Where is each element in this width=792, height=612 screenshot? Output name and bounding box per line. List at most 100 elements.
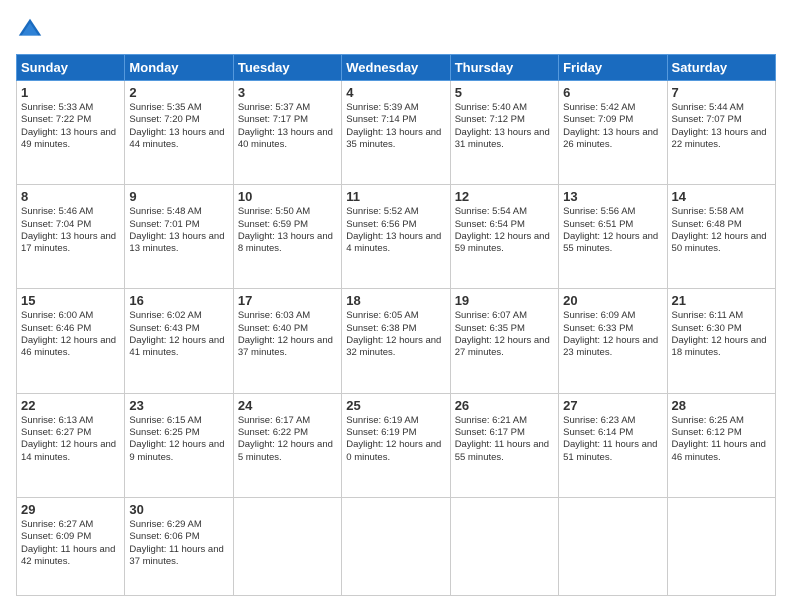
day-info: Sunrise: 6:03 AM [238,310,337,322]
day-info: Sunrise: 6:29 AM [129,519,228,531]
calendar-cell: 17Sunrise: 6:03 AMSunset: 6:40 PMDayligh… [233,289,341,393]
day-info: Sunset: 6:12 PM [672,427,771,439]
calendar-cell: 2Sunrise: 5:35 AMSunset: 7:20 PMDaylight… [125,81,233,185]
calendar-cell: 11Sunrise: 5:52 AMSunset: 6:56 PMDayligh… [342,185,450,289]
day-info: Sunrise: 6:09 AM [563,310,662,322]
calendar-cell: 1Sunrise: 5:33 AMSunset: 7:22 PMDaylight… [17,81,125,185]
day-info: Sunrise: 6:00 AM [21,310,120,322]
day-info: Sunset: 7:17 PM [238,114,337,126]
day-info: Sunrise: 6:23 AM [563,415,662,427]
day-info: Sunrise: 6:15 AM [129,415,228,427]
day-info: Sunrise: 5:39 AM [346,102,445,114]
day-info: Daylight: 12 hours and 27 minutes. [455,335,554,360]
day-info: Sunset: 7:01 PM [129,219,228,231]
day-number: 23 [129,398,228,413]
logo [16,16,48,44]
calendar-cell: 22Sunrise: 6:13 AMSunset: 6:27 PMDayligh… [17,393,125,497]
calendar-cell [233,497,341,595]
day-info: Sunset: 7:20 PM [129,114,228,126]
calendar-week-1: 1Sunrise: 5:33 AMSunset: 7:22 PMDaylight… [17,81,776,185]
day-number: 1 [21,85,120,100]
calendar-header: SundayMondayTuesdayWednesdayThursdayFrid… [17,55,776,81]
day-number: 21 [672,293,771,308]
day-info: Daylight: 13 hours and 44 minutes. [129,127,228,152]
day-info: Sunset: 6:25 PM [129,427,228,439]
day-number: 16 [129,293,228,308]
day-info: Daylight: 12 hours and 37 minutes. [238,335,337,360]
day-number: 22 [21,398,120,413]
calendar-cell: 21Sunrise: 6:11 AMSunset: 6:30 PMDayligh… [667,289,775,393]
calendar-cell: 4 Sunrise: 5:39 AMSunset: 7:14 PMDaylight… [342,81,450,185]
day-info: Daylight: 11 hours and 51 minutes. [563,439,662,464]
day-info: Daylight: 11 hours and 46 minutes. [672,439,771,464]
day-number: 11 [346,189,445,204]
day-info: Daylight: 11 hours and 37 minutes. [129,544,228,569]
calendar-cell: 3Sunrise: 5:37 AMSunset: 7:17 PMDaylight… [233,81,341,185]
day-number: 7 [672,85,771,100]
day-info: Sunset: 6:48 PM [672,219,771,231]
calendar-cell [559,497,667,595]
calendar-cell: 15Sunrise: 6:00 AMSunset: 6:46 PMDayligh… [17,289,125,393]
day-info: Sunset: 6:38 PM [346,323,445,335]
day-info: Sunrise: 6:19 AM [346,415,445,427]
day-info: Sunset: 7:07 PM [672,114,771,126]
day-info: Sunset: 6:59 PM [238,219,337,231]
day-number: 27 [563,398,662,413]
day-number: 19 [455,293,554,308]
day-info: Sunrise: 6:25 AM [672,415,771,427]
calendar-cell: 14Sunrise: 5:58 AMSunset: 6:48 PMDayligh… [667,185,775,289]
day-header-saturday: Saturday [667,55,775,81]
day-number: 26 [455,398,554,413]
day-info: Daylight: 13 hours and 13 minutes. [129,231,228,256]
day-number: 4 [346,85,445,100]
calendar-cell [342,497,450,595]
day-info: Daylight: 13 hours and 17 minutes. [21,231,120,256]
calendar-cell: 12Sunrise: 5:54 AMSunset: 6:54 PMDayligh… [450,185,558,289]
day-info: Daylight: 13 hours and 8 minutes. [238,231,337,256]
day-header-thursday: Thursday [450,55,558,81]
day-info: Daylight: 12 hours and 0 minutes. [346,439,445,464]
day-info: Sunrise: 5:52 AM [346,206,445,218]
calendar-cell: 28Sunrise: 6:25 AMSunset: 6:12 PMDayligh… [667,393,775,497]
day-number: 17 [238,293,337,308]
day-info: Daylight: 12 hours and 9 minutes. [129,439,228,464]
day-info: Sunset: 6:51 PM [563,219,662,231]
calendar-cell: 20Sunrise: 6:09 AMSunset: 6:33 PMDayligh… [559,289,667,393]
calendar-week-4: 22Sunrise: 6:13 AMSunset: 6:27 PMDayligh… [17,393,776,497]
calendar-cell: 29Sunrise: 6:27 AMSunset: 6:09 PMDayligh… [17,497,125,595]
day-number: 13 [563,189,662,204]
day-info: Sunrise: 5:48 AM [129,206,228,218]
day-info: Sunset: 6:17 PM [455,427,554,439]
calendar-cell: 24Sunrise: 6:17 AMSunset: 6:22 PMDayligh… [233,393,341,497]
day-info: Sunrise: 6:21 AM [455,415,554,427]
day-header-wednesday: Wednesday [342,55,450,81]
day-info: Sunrise: 6:02 AM [129,310,228,322]
day-info: Daylight: 12 hours and 41 minutes. [129,335,228,360]
calendar-cell: 7Sunrise: 5:44 AMSunset: 7:07 PMDaylight… [667,81,775,185]
calendar-cell: 25Sunrise: 6:19 AMSunset: 6:19 PMDayligh… [342,393,450,497]
day-info: Daylight: 12 hours and 59 minutes. [455,231,554,256]
day-info: Sunrise: 5:40 AM [455,102,554,114]
calendar-table: SundayMondayTuesdayWednesdayThursdayFrid… [16,54,776,596]
calendar-cell [450,497,558,595]
day-number: 8 [21,189,120,204]
calendar-cell: 18Sunrise: 6:05 AMSunset: 6:38 PMDayligh… [342,289,450,393]
calendar-cell: 30Sunrise: 6:29 AMSunset: 6:06 PMDayligh… [125,497,233,595]
day-info: Sunset: 7:14 PM [346,114,445,126]
calendar-cell: 19Sunrise: 6:07 AMSunset: 6:35 PMDayligh… [450,289,558,393]
day-info: Sunrise: 5:33 AM [21,102,120,114]
day-info: Daylight: 13 hours and 35 minutes. [346,127,445,152]
calendar-cell: 13Sunrise: 5:56 AMSunset: 6:51 PMDayligh… [559,185,667,289]
day-info: Daylight: 12 hours and 50 minutes. [672,231,771,256]
day-info: Sunset: 6:43 PM [129,323,228,335]
day-info: Sunset: 6:06 PM [129,531,228,543]
day-info: Daylight: 13 hours and 4 minutes. [346,231,445,256]
day-info: Sunset: 6:22 PM [238,427,337,439]
day-number: 3 [238,85,337,100]
day-info: Sunrise: 5:46 AM [21,206,120,218]
day-info: Sunrise: 5:56 AM [563,206,662,218]
calendar-week-3: 15Sunrise: 6:00 AMSunset: 6:46 PMDayligh… [17,289,776,393]
day-info: Sunset: 6:54 PM [455,219,554,231]
day-number: 10 [238,189,337,204]
calendar-cell: 23 Sunrise: 6:15 AMSunset: 6:25 PMDayligh… [125,393,233,497]
